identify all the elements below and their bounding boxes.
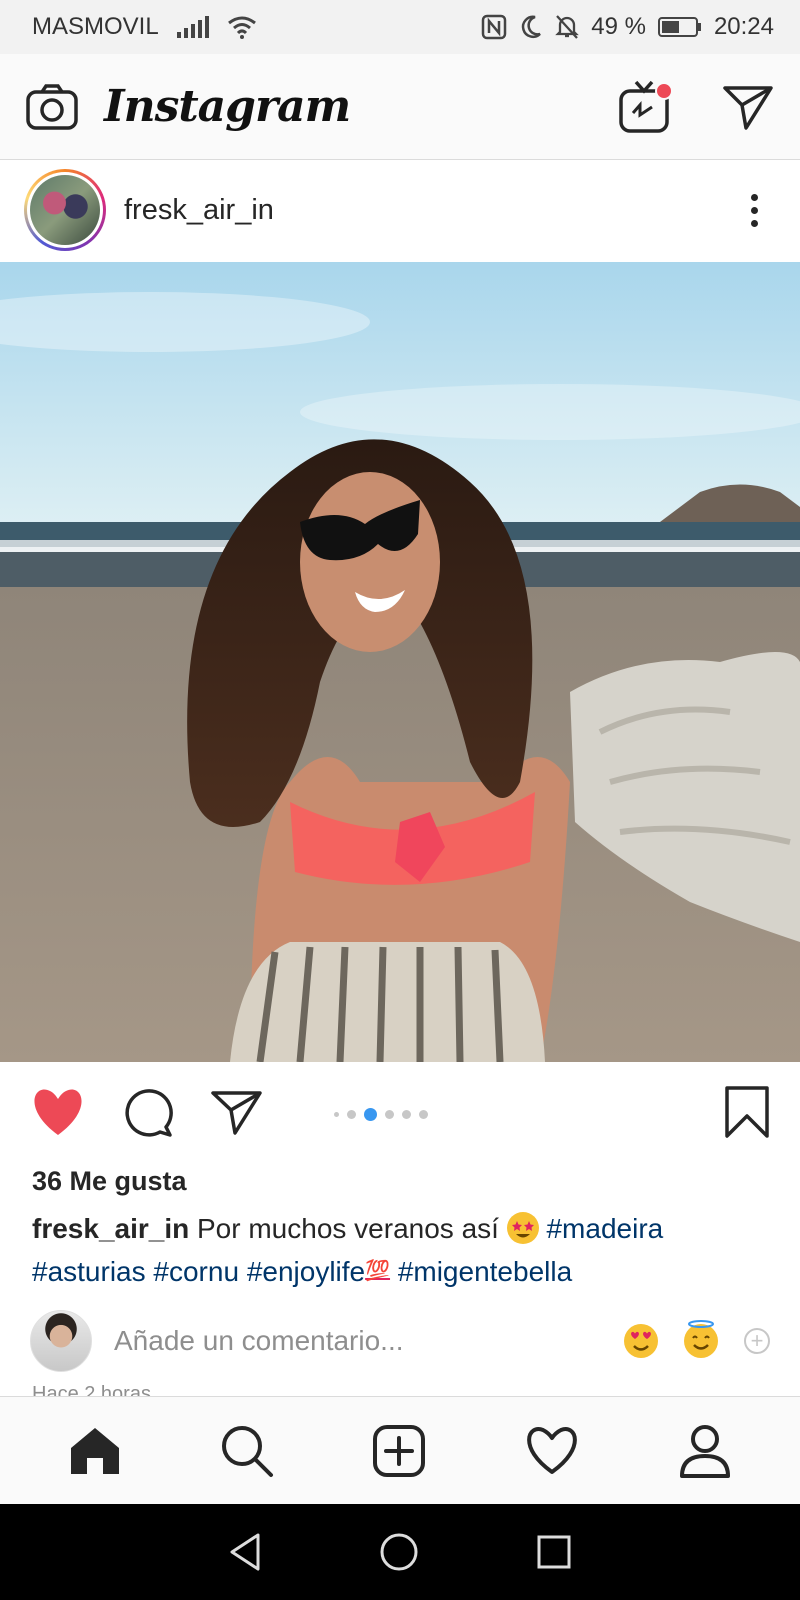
more-options-icon[interactable]	[751, 193, 758, 227]
moon-icon	[522, 15, 542, 39]
bookmark-icon[interactable]	[724, 1085, 770, 1139]
battery-icon	[657, 17, 701, 37]
caption-text: Por muchos veranos así	[197, 1213, 499, 1244]
bell-off-icon	[555, 15, 580, 39]
back-icon[interactable]	[228, 1532, 262, 1572]
signal-icon	[176, 16, 209, 38]
home-circle-icon[interactable]	[379, 1532, 419, 1572]
hashtag-link[interactable]: #cornu	[153, 1256, 239, 1287]
add-emoji-icon[interactable]: +	[744, 1328, 770, 1354]
like-heart-icon[interactable]	[30, 1087, 86, 1137]
post-timestamp: Hace 2 horas	[32, 1383, 151, 1397]
recents-icon[interactable]	[536, 1534, 572, 1570]
comment-icon[interactable]	[122, 1086, 174, 1138]
notification-dot	[655, 81, 673, 100]
carousel-dot	[419, 1110, 428, 1119]
new-post-icon[interactable]	[372, 1424, 426, 1478]
hundred-points-emoji-icon: 💯	[365, 1260, 391, 1282]
star-struck-emoji-icon	[506, 1212, 539, 1244]
add-comment-row: +	[0, 1306, 800, 1376]
post-caption: fresk_air_in Por muchos veranos así #mad…	[32, 1208, 772, 1293]
carousel-indicator	[334, 1108, 428, 1121]
post-photo[interactable]	[0, 262, 800, 1062]
wifi-icon	[227, 16, 256, 39]
profile-icon[interactable]	[679, 1424, 731, 1478]
igtv-icon[interactable]	[618, 79, 674, 135]
halo-smile-emoji-icon[interactable]	[684, 1320, 718, 1358]
current-user-avatar	[30, 1310, 92, 1372]
status-bar: MASMOVIL 49 % 20:24	[0, 0, 800, 54]
carousel-dot	[385, 1110, 394, 1119]
carousel-dot	[402, 1110, 411, 1119]
bottom-navigation	[0, 1396, 800, 1504]
share-icon[interactable]	[210, 1088, 264, 1136]
post-username[interactable]: fresk_air_in	[124, 194, 274, 227]
camera-icon[interactable]	[26, 83, 78, 130]
nfc-icon	[481, 14, 507, 40]
activity-icon[interactable]	[524, 1426, 580, 1476]
app-header: Instagram	[0, 54, 800, 160]
author-avatar[interactable]	[24, 169, 106, 251]
likes-count[interactable]: 36 Me gusta	[32, 1166, 187, 1197]
hashtag-link[interactable]: #migentebella	[398, 1256, 572, 1287]
carrier-name: MASMOVIL	[32, 13, 159, 40]
home-icon[interactable]	[69, 1426, 121, 1476]
carousel-dot	[364, 1108, 377, 1121]
instagram-logo: Instagram	[104, 81, 351, 132]
direct-send-icon[interactable]	[722, 83, 774, 131]
search-icon[interactable]	[220, 1424, 274, 1478]
post-header: fresk_air_in	[0, 160, 800, 260]
comment-input[interactable]	[114, 1325, 584, 1357]
hashtag-link[interactable]: #enjoylife	[247, 1256, 365, 1287]
system-navigation	[0, 1504, 800, 1600]
carousel-dot	[347, 1110, 356, 1119]
clock: 20:24	[713, 13, 774, 40]
hashtag-link[interactable]: #madeira	[546, 1213, 663, 1244]
caption-username[interactable]: fresk_air_in	[32, 1213, 189, 1244]
hashtag-link[interactable]: #asturias	[32, 1256, 146, 1287]
carousel-dot	[334, 1112, 339, 1117]
post-actions	[0, 1062, 800, 1162]
heart-eyes-emoji-icon[interactable]	[624, 1324, 658, 1358]
battery-percent: 49 %	[591, 13, 646, 40]
